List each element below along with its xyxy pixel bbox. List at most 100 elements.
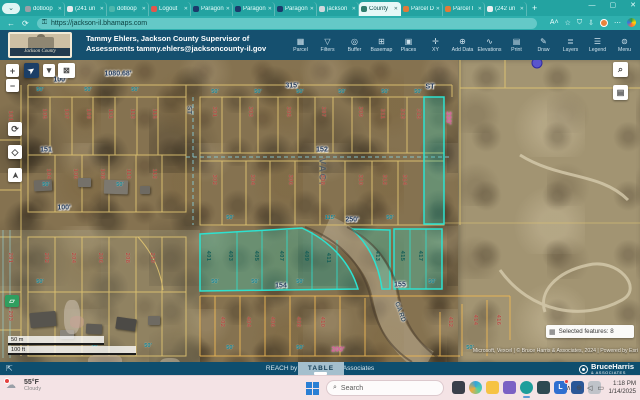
url-input[interactable]: ⚿ https://jackson-il.bhamaps.com	[37, 18, 537, 29]
teams-app[interactable]	[503, 381, 516, 394]
tab-close-icon[interactable]: ✕	[58, 6, 62, 12]
browser-app[interactable]	[520, 381, 533, 394]
select-options-caret[interactable]: ▾	[43, 64, 55, 77]
tab-close-icon[interactable]: ✕	[436, 6, 440, 12]
map-label: 105	[41, 109, 47, 120]
toolbar-buffer[interactable]: ◎Buffer	[341, 31, 368, 59]
profile-avatar[interactable]	[600, 19, 608, 27]
browser-tab-10[interactable]: Parcel I✕	[443, 2, 485, 16]
browser-tab-6[interactable]: Paragon✕	[275, 2, 317, 16]
map-search-button[interactable]: ⌕	[613, 62, 628, 77]
tab-close-icon[interactable]: ✕	[478, 6, 482, 12]
house	[104, 180, 128, 195]
tab-close-icon[interactable]: ✕	[352, 6, 356, 12]
tab-title: Paragon	[201, 6, 224, 12]
tab-close-icon[interactable]: ✕	[520, 6, 524, 12]
tab-close-icon[interactable]: ✕	[394, 6, 398, 12]
tab-close-icon[interactable]: ✕	[184, 6, 188, 12]
toolbar-draw[interactable]: ✎Draw	[530, 31, 557, 59]
zoom-in-button[interactable]: +	[6, 64, 19, 77]
collections-icon[interactable]: ⛉	[577, 19, 582, 27]
map-label: 302	[211, 175, 217, 186]
tray-chevron-icon[interactable]: ∧	[566, 384, 571, 392]
refresh-icon[interactable]: ⟳	[22, 19, 29, 28]
map-label: 111	[107, 109, 113, 119]
toolbar-elevations[interactable]: ∿Elevations	[476, 31, 503, 59]
browser-tab-5[interactable]: Paragon✕	[233, 2, 275, 16]
window-maximize-button[interactable]: ▢	[610, 1, 617, 9]
compass-button[interactable]: ➤	[8, 168, 22, 182]
tab-close-icon[interactable]: ✕	[142, 6, 146, 12]
browser-tab-7[interactable]: jackson✕	[317, 2, 359, 16]
zoom-out-button[interactable]: −	[6, 79, 19, 92]
map-panel-button[interactable]: ▤	[613, 85, 628, 100]
map-label: 50'	[131, 87, 139, 93]
toolbar-places[interactable]: ▣Places	[395, 31, 422, 59]
map-label: 115'	[325, 215, 335, 221]
back-icon[interactable]: ←	[7, 19, 15, 28]
map-canvas[interactable]: 100'1080.68'315'ST151152100'250'15415520…	[0, 60, 640, 362]
tray-battery-icon[interactable]: ▭	[597, 384, 604, 392]
toolbar-menu[interactable]: ⊜Menu	[611, 31, 638, 59]
window-close-button[interactable]: ✕	[630, 1, 636, 9]
default-extent-button[interactable]: ◇	[8, 145, 22, 159]
windows-start-button[interactable]	[306, 382, 319, 395]
taskbar-search-input[interactable]: ⌕ Search	[326, 380, 444, 396]
browser-tab-0[interactable]: dotloop✕	[23, 2, 65, 16]
map-label: 309	[357, 107, 363, 118]
edge-logo[interactable]	[627, 18, 636, 27]
tray-volume-icon[interactable]: ◁	[587, 384, 592, 392]
clear-selection-button[interactable]: ⊠	[58, 63, 75, 78]
tray-network-icon[interactable]: ⊕	[576, 384, 582, 392]
map-label: 50'	[296, 89, 304, 95]
browser-tab-1[interactable]: (241 un✕	[65, 2, 107, 16]
map-label: 305	[285, 107, 291, 118]
toolbar-legend[interactable]: ☰Legend	[584, 31, 611, 59]
window-minimize-button[interactable]: —	[589, 2, 596, 9]
browser-tab-2[interactable]: dotloop✕	[107, 2, 149, 16]
browser-tab-9[interactable]: Parcel D✕	[401, 2, 443, 16]
browser-tab-3[interactable]: Logout✕	[149, 2, 191, 16]
favorite-icon[interactable]: ☆	[565, 19, 571, 27]
toolbar-add-data[interactable]: ⊕Add Data	[449, 31, 476, 59]
photos-app[interactable]	[452, 381, 465, 394]
tab-title: dotloop	[117, 6, 140, 12]
extent-refresh-button[interactable]: ⟳	[8, 122, 22, 136]
house	[140, 186, 150, 194]
taskbar-clock[interactable]: 1:18 PM 1/14/2025	[608, 380, 636, 396]
toolbar-basemap[interactable]: ⊞Basemap	[368, 31, 395, 59]
toolbar-filters[interactable]: ▽Filters	[314, 31, 341, 59]
browser-tab-8[interactable]: County✕	[359, 2, 401, 16]
toolbar-xy[interactable]: ✛XY	[422, 31, 449, 59]
tab-close-icon[interactable]: ✕	[100, 6, 104, 12]
tab-favicon	[319, 6, 325, 12]
settings-menu-icon[interactable]: ⋯	[614, 19, 621, 27]
selected-features-badge[interactable]: ▦ Selected features: 8	[546, 325, 634, 338]
browser-tab-4[interactable]: Paragon✕	[191, 2, 233, 16]
dev-app[interactable]	[537, 381, 550, 394]
add-data-icon: ⊕	[459, 37, 466, 46]
menu-icon: ⊜	[621, 37, 628, 46]
select-tool-button[interactable]: ➤	[24, 63, 39, 78]
edge-swirl-app[interactable]	[469, 381, 482, 394]
brand-mark-icon	[579, 365, 588, 374]
new-tab-button[interactable]: +	[532, 3, 537, 13]
read-aloud-icon[interactable]: A˄	[550, 19, 559, 26]
browser-tab-11[interactable]: (242 un✕	[485, 2, 527, 16]
tab-close-icon[interactable]: ✕	[310, 6, 314, 12]
tab-close-icon[interactable]: ✕	[226, 6, 230, 12]
downloads-icon[interactable]: ⇩	[588, 19, 594, 27]
tab-favicon	[67, 6, 73, 12]
map-label: 310	[357, 175, 363, 186]
tab-search-button[interactable]: ⌄	[2, 3, 20, 14]
system-tray: ∧ ⊕ ◁ ▭	[566, 384, 604, 392]
toolbar-parcel[interactable]: ▦Parcel	[287, 31, 314, 59]
tab-favicon	[277, 6, 283, 12]
toolbar-layers[interactable]: ≣Layers	[557, 31, 584, 59]
file-explorer-app[interactable]	[486, 381, 499, 394]
map-label: 405	[253, 251, 259, 262]
toolbar-print[interactable]: ▤Print	[503, 31, 530, 59]
weather-widget[interactable]: ☁ 55°F Cloudy	[6, 379, 41, 392]
measure-button[interactable]: ▱	[5, 295, 19, 307]
tab-close-icon[interactable]: ✕	[268, 6, 272, 12]
